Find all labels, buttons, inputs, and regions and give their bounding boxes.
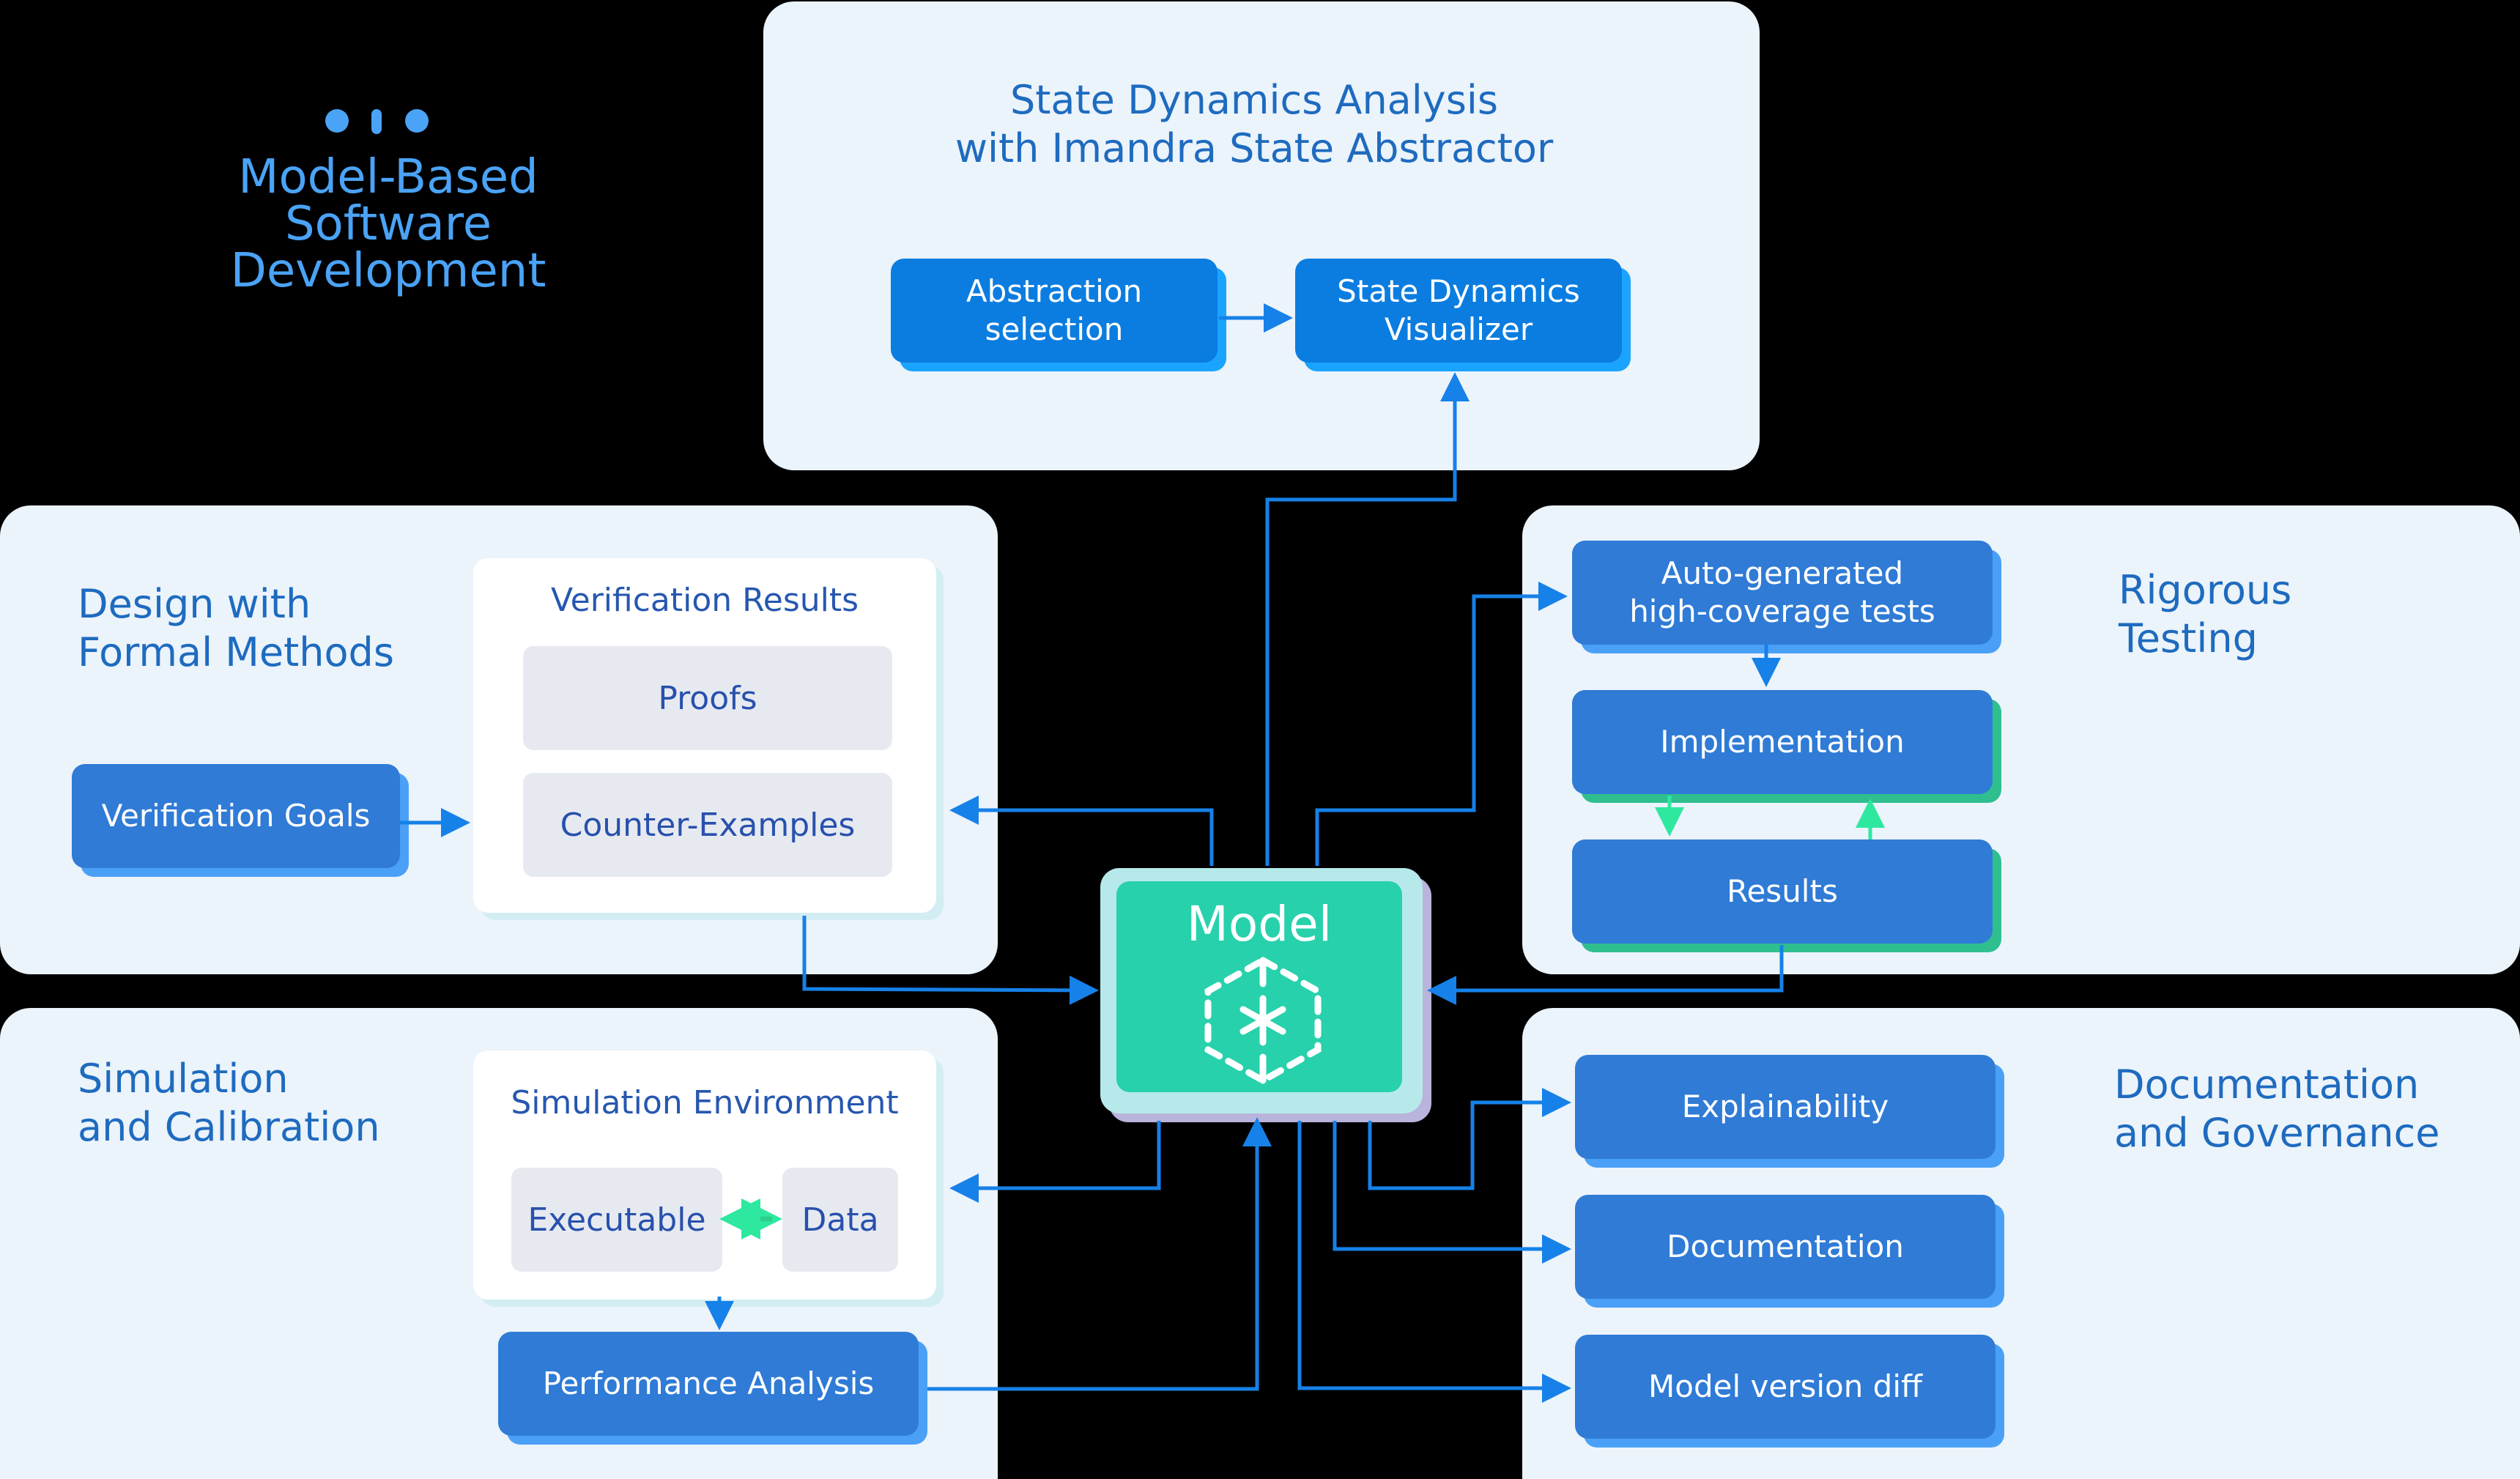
panel-state-dynamics <box>763 1 1760 470</box>
section-title-simulation: Simulation and Calibration <box>78 1056 380 1150</box>
chip-executable[interactable]: Executable <box>511 1168 722 1272</box>
model-node[interactable]: Model <box>1100 868 1423 1113</box>
card-title-verification-results: Verification Results <box>550 582 859 619</box>
cube-3d-axes-icon <box>1204 956 1322 1085</box>
node-documentation[interactable]: Documentation <box>1575 1195 1995 1299</box>
node-state-dynamics-visualizer[interactable]: State Dynamics Visualizer <box>1295 259 1622 363</box>
node-explainability[interactable]: Explainability <box>1575 1055 1995 1159</box>
node-testing-results[interactable]: Results <box>1572 839 1993 944</box>
node-performance-analysis[interactable]: Performance Analysis <box>498 1332 919 1436</box>
node-implementation[interactable]: Implementation <box>1572 690 1993 794</box>
logo-dot-left <box>325 109 349 133</box>
node-abstraction-selection[interactable]: Abstraction selection <box>891 259 1218 363</box>
section-title-formal-methods: Design with Formal Methods <box>78 581 394 675</box>
logo-dot-right <box>405 109 429 133</box>
chip-data[interactable]: Data <box>782 1168 898 1272</box>
model-label: Model <box>1186 896 1333 952</box>
node-model-version-diff[interactable]: Model version diff <box>1575 1335 1995 1439</box>
model-node-inner: Model <box>1116 881 1402 1092</box>
card-verification-results: Verification Results Proofs Counter-Exam… <box>473 558 936 913</box>
node-auto-generated-tests[interactable]: Auto-generated high-coverage tests <box>1572 541 1993 645</box>
section-title-state-dynamics: State Dynamics Analysis with Imandra Sta… <box>955 77 1554 171</box>
section-title-testing: Rigorous Testing <box>2119 567 2292 661</box>
logo-bar-middle <box>371 109 382 134</box>
card-title-simulation-environment: Simulation Environment <box>511 1084 899 1122</box>
section-title-documentation: Documentation and Governance <box>2114 1061 2440 1156</box>
chip-proofs[interactable]: Proofs <box>523 646 892 750</box>
card-simulation-environment: Simulation Environment Executable Data <box>473 1050 936 1300</box>
node-verification-goals[interactable]: Verification Goals <box>72 764 400 868</box>
chip-counter-examples[interactable]: Counter-Examples <box>523 773 892 877</box>
page-title: Model-Based Software Development <box>230 150 546 298</box>
